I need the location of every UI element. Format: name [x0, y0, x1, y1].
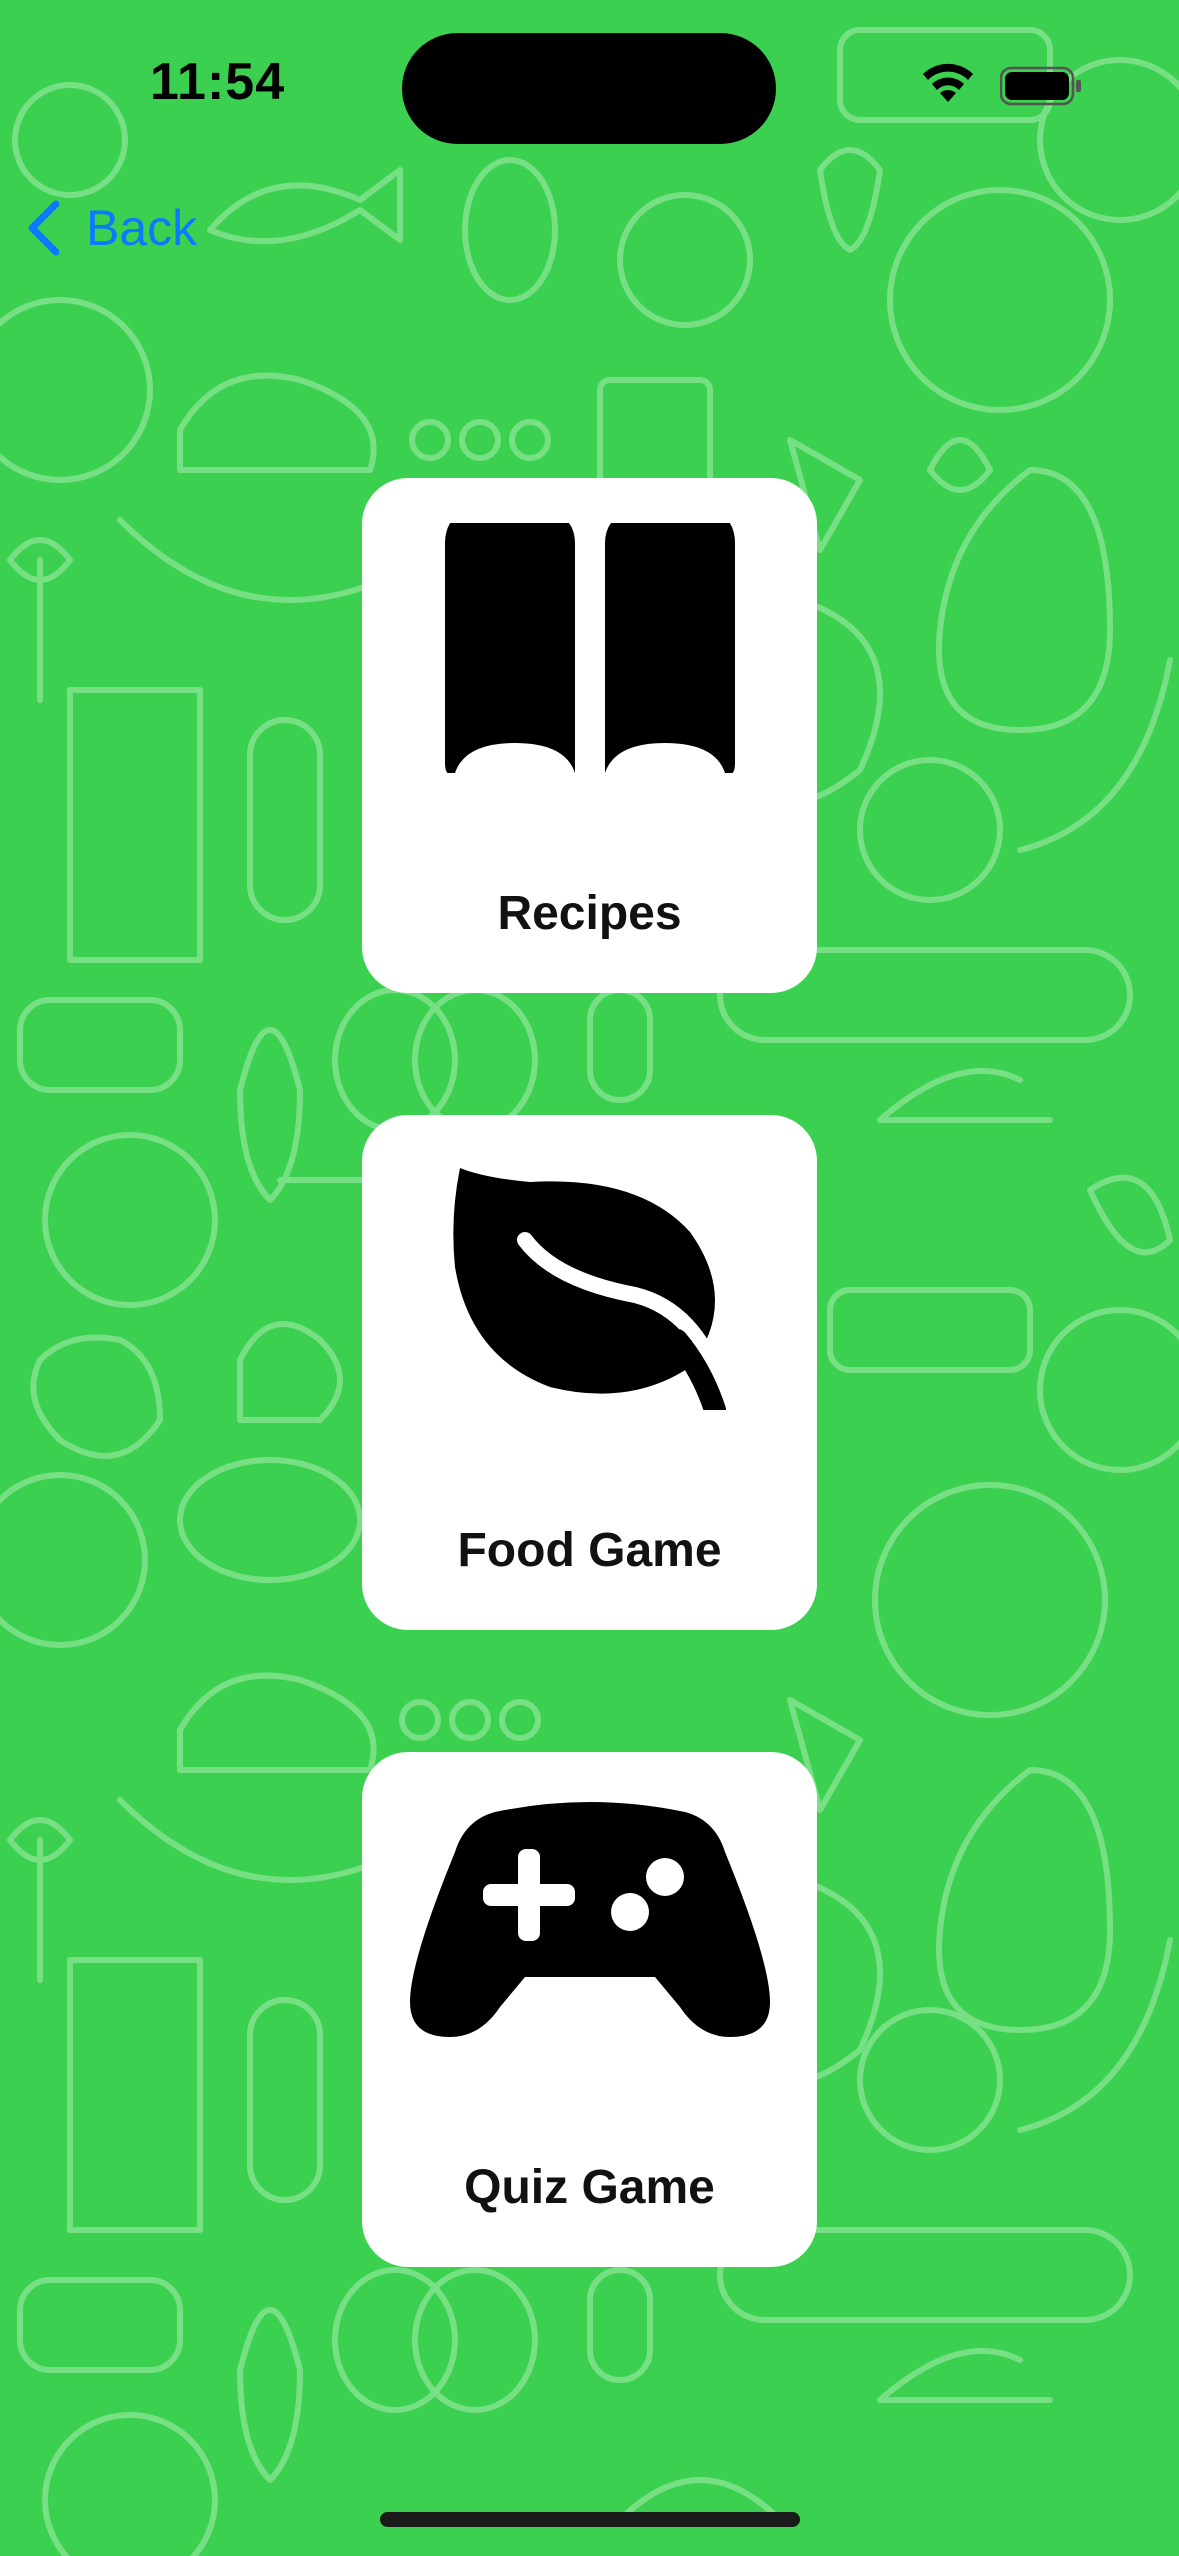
gamecontroller-icon: [409, 1802, 770, 2037]
recipes-card-label: Recipes: [497, 887, 682, 940]
status-bar: 11:54: [0, 0, 1179, 150]
leaf-icon: [452, 1168, 728, 1410]
chevron-left-icon: [28, 200, 60, 256]
back-button-label: Back: [86, 200, 198, 256]
wifi-icon: [923, 63, 973, 102]
food-game-card[interactable]: Food Game: [362, 1115, 817, 1630]
home-indicator[interactable]: [380, 2512, 800, 2527]
back-button[interactable]: Back: [24, 192, 197, 264]
dynamic-island: [402, 33, 776, 144]
status-time: 11:54: [150, 53, 286, 111]
battery-icon: [1000, 66, 1081, 106]
open-book-icon: [444, 523, 735, 773]
quiz-game-card[interactable]: Quiz Game: [362, 1752, 817, 2267]
quiz-game-card-label: Quiz Game: [464, 2161, 715, 2214]
food-game-card-label: Food Game: [457, 1524, 722, 1577]
recipes-card[interactable]: Recipes: [362, 478, 817, 993]
